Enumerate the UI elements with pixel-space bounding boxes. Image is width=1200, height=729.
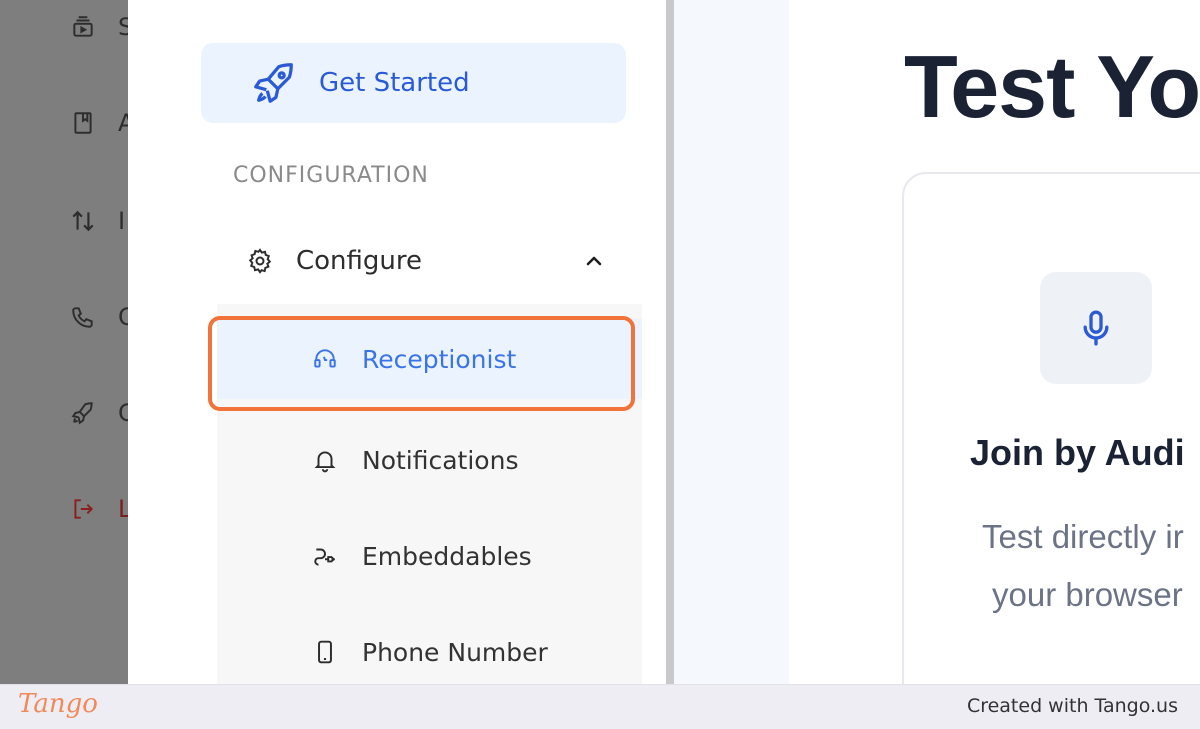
rail-item-integrations[interactable]: I <box>70 206 128 236</box>
section-heading-configuration: CONFIGURATION <box>233 163 429 188</box>
headset-icon <box>314 349 336 368</box>
plug-icon <box>314 548 336 566</box>
card-title: Join by Audi <box>970 432 1185 473</box>
join-audio-card: Join by Audi Test directly ir your brows… <box>902 172 1200 684</box>
get-started-button[interactable]: Get Started <box>201 43 626 123</box>
card-description-line2: your browser <box>992 576 1183 613</box>
main-side-strip <box>674 0 789 684</box>
microphone-button[interactable] <box>1040 272 1152 384</box>
phone-icon <box>72 307 93 328</box>
rail-item-label: A <box>118 109 128 137</box>
rail-item-label: I <box>118 207 126 235</box>
submenu-item-receptionist[interactable]: Receptionist <box>217 319 642 399</box>
submenu-item-notifications[interactable]: Notifications <box>217 420 642 500</box>
configure-group-toggle[interactable]: Configure <box>246 236 606 286</box>
rail-item-label: L <box>118 495 128 523</box>
rail-item-logout[interactable]: L <box>70 494 128 524</box>
rail-item-sessions[interactable]: S <box>70 12 128 42</box>
footer-bar: Tango Created with Tango.us <box>0 684 1200 729</box>
page-title: Test Yo <box>904 37 1200 136</box>
rail-item-get-started[interactable]: G <box>70 398 128 428</box>
mobile-phone-icon <box>318 640 332 664</box>
submenu-item-label: Notifications <box>362 445 519 475</box>
configure-submenu: Receptionist Notifications Embeddables P… <box>217 304 642 684</box>
footer-credit: Created with Tango.us <box>966 695 1178 717</box>
rail-item-label: C <box>118 303 128 331</box>
get-started-label: Get Started <box>319 68 470 98</box>
rail-item-label: S <box>118 13 128 41</box>
rail-item-label: G <box>118 399 128 427</box>
submenu-item-embeddables[interactable]: Embeddables <box>217 516 642 596</box>
main-content: Test Yo Join by Audi Test directly ir yo… <box>674 0 1200 684</box>
rocket-icon <box>71 402 93 425</box>
submenu-item-phone-number[interactable]: Phone Number <box>217 612 642 684</box>
submenu-item-label: Receptionist <box>362 344 517 374</box>
gear-icon <box>248 248 272 274</box>
rail-item-docs[interactable]: A <box>70 108 128 138</box>
collapsed-nav-rail: S A I C G L <box>0 0 128 684</box>
app-screen: S A I C G L Get Started CONFIGURATION Co… <box>0 0 1200 684</box>
submenu-item-label: Embeddables <box>362 541 532 571</box>
rocket-icon <box>254 63 293 103</box>
logout-icon <box>74 499 94 519</box>
sidebar: Get Started CONFIGURATION Configure Rece… <box>128 0 666 684</box>
sidebar-divider <box>666 0 674 684</box>
book-icon <box>74 112 92 134</box>
submenu-item-label: Phone Number <box>362 637 548 667</box>
tango-logo: Tango <box>18 689 98 719</box>
sessions-icon <box>73 16 93 37</box>
rail-item-calls[interactable]: C <box>70 302 128 332</box>
card-description-line1: Test directly ir <box>982 518 1184 555</box>
transfer-arrows-icon <box>72 210 94 232</box>
bell-icon <box>314 451 336 473</box>
chevron-up-icon[interactable] <box>582 249 606 273</box>
configure-label: Configure <box>296 246 423 276</box>
microphone-icon <box>1083 310 1109 346</box>
